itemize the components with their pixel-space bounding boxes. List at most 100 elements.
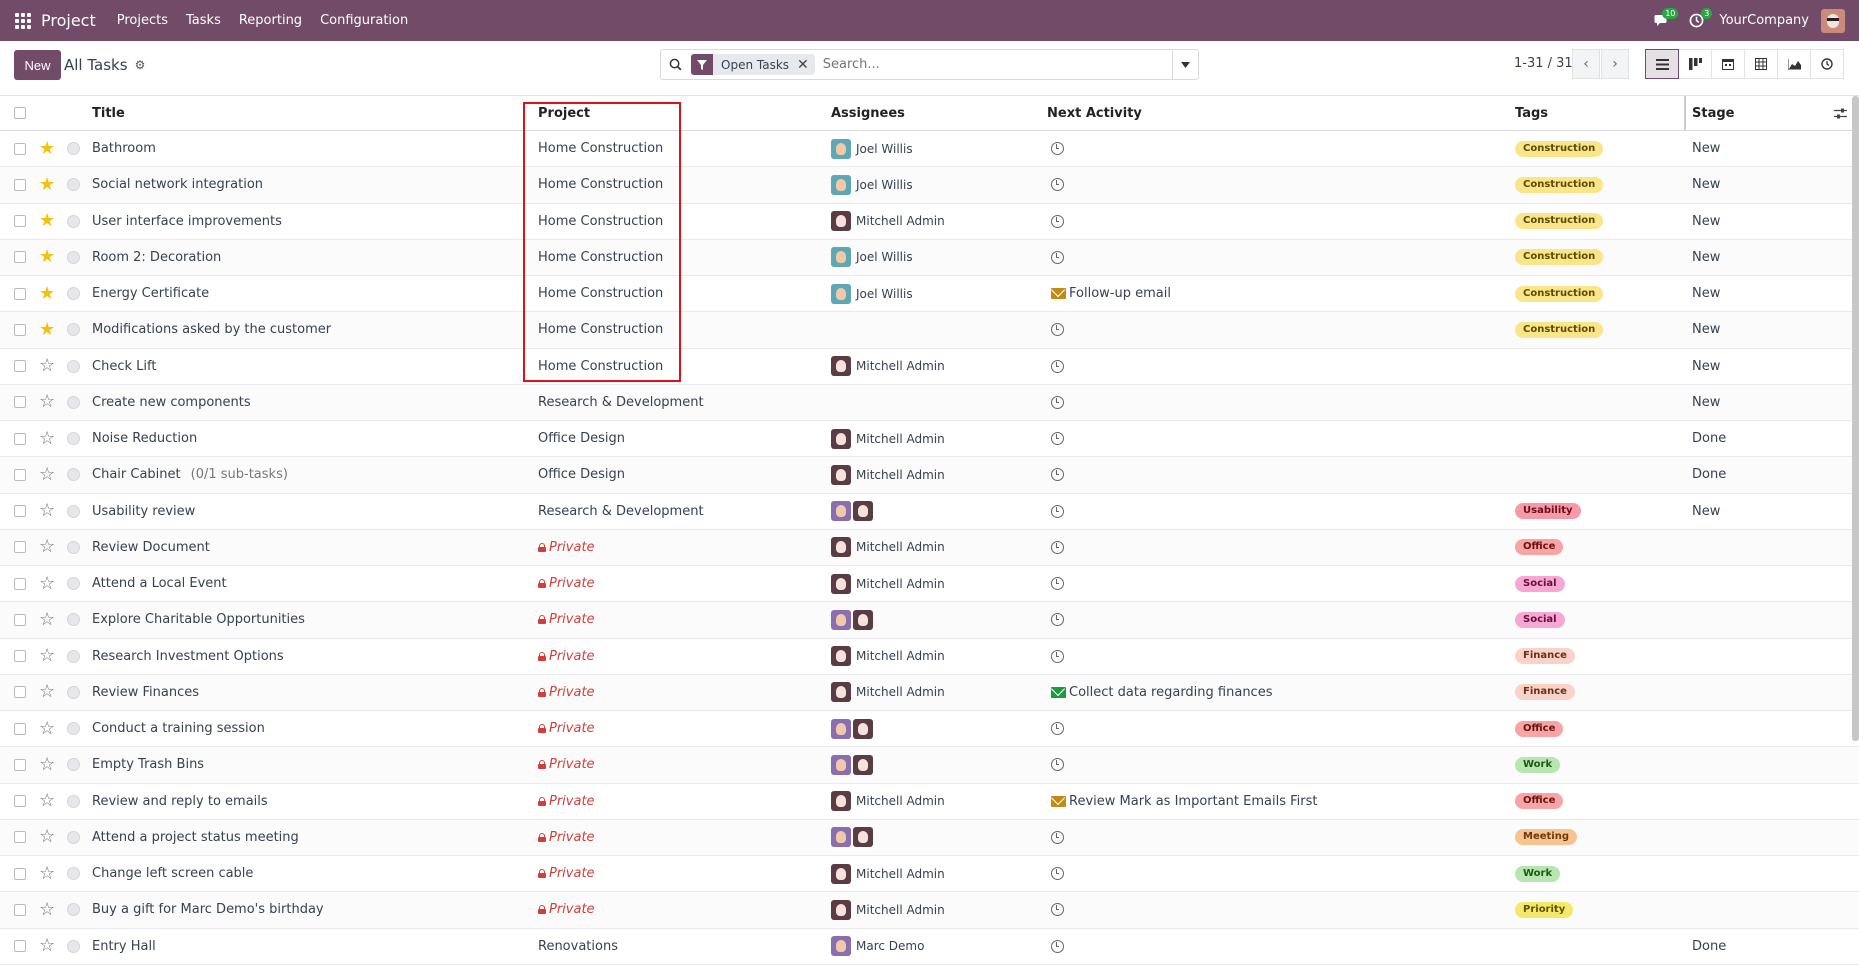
activity-clock-icon[interactable] bbox=[1051, 395, 1064, 409]
star-filled-icon[interactable]: ★ bbox=[39, 276, 55, 311]
table-row[interactable]: ☆ Research Investment Options Private Mitch… bbox=[0, 639, 1859, 675]
row-checkbox[interactable] bbox=[14, 639, 26, 674]
task-title-cell[interactable]: Modifications asked by the customer bbox=[92, 312, 331, 347]
task-title-cell[interactable]: Review Finances bbox=[92, 675, 199, 710]
calendar-view-button[interactable] bbox=[1711, 49, 1745, 79]
stage-cell[interactable]: Done bbox=[1692, 929, 1726, 964]
row-checkbox[interactable] bbox=[14, 566, 26, 601]
row-checkbox[interactable] bbox=[14, 856, 26, 891]
stage-cell[interactable]: New bbox=[1692, 312, 1720, 347]
table-row[interactable]: ☆ Entry Hall Renovations Marc Demo Done bbox=[0, 929, 1859, 965]
table-row[interactable]: ☆ Change left screen cable Private Mitchell… bbox=[0, 856, 1859, 893]
avatar-joel[interactable] bbox=[831, 138, 851, 159]
email-icon[interactable] bbox=[1051, 686, 1066, 698]
next-activity-cell[interactable] bbox=[1051, 892, 1064, 927]
activities-button[interactable]: 3 bbox=[1685, 7, 1713, 31]
next-activity-cell[interactable] bbox=[1051, 240, 1064, 275]
tags-cell[interactable]: Social bbox=[1515, 566, 1565, 601]
avatar-joel[interactable] bbox=[831, 283, 851, 304]
assignees-cell[interactable] bbox=[831, 820, 875, 855]
assignees-cell[interactable]: Mitchell Admin bbox=[831, 856, 945, 891]
project-cell[interactable]: Home Construction bbox=[538, 131, 663, 166]
task-state-icon[interactable] bbox=[67, 240, 80, 275]
next-activity-cell[interactable] bbox=[1051, 131, 1064, 166]
avatar-mitchell[interactable] bbox=[831, 573, 851, 594]
star-empty-icon[interactable]: ☆ bbox=[39, 892, 55, 927]
assignees-cell[interactable]: Mitchell Admin bbox=[831, 204, 945, 239]
avatar-marc[interactable] bbox=[831, 718, 851, 739]
avatar-mitchell[interactable] bbox=[831, 682, 851, 703]
task-title-cell[interactable]: Research Investment Options bbox=[92, 639, 284, 674]
star-empty-icon[interactable]: ☆ bbox=[39, 784, 55, 819]
next-activity-cell[interactable] bbox=[1051, 457, 1064, 492]
task-state-icon[interactable] bbox=[67, 457, 80, 492]
next-activity-cell[interactable] bbox=[1051, 349, 1064, 384]
activity-clock-icon[interactable] bbox=[1051, 939, 1064, 953]
assignees-cell[interactable]: Mitchell Admin bbox=[831, 457, 945, 492]
project-cell[interactable]: Private bbox=[538, 675, 595, 710]
assignees-cell[interactable]: Joel Willis bbox=[831, 240, 913, 275]
menu-tasks[interactable]: Tasks bbox=[186, 13, 221, 28]
row-checkbox[interactable] bbox=[14, 784, 26, 819]
star-empty-icon[interactable]: ☆ bbox=[39, 820, 55, 855]
activity-clock-icon[interactable] bbox=[1051, 722, 1064, 736]
apps-menu-icon[interactable] bbox=[15, 12, 31, 29]
star-filled-icon[interactable]: ★ bbox=[39, 167, 55, 202]
activity-clock-icon[interactable] bbox=[1051, 867, 1064, 881]
task-state-icon[interactable] bbox=[67, 639, 80, 674]
star-empty-icon[interactable]: ☆ bbox=[39, 639, 55, 674]
table-row[interactable]: ★ Modifications asked by the customer Home… bbox=[0, 312, 1859, 349]
tags-cell[interactable]: Construction bbox=[1515, 276, 1604, 311]
list-view-button[interactable] bbox=[1645, 49, 1679, 79]
assignees-cell[interactable] bbox=[831, 747, 875, 782]
project-cell[interactable]: Private bbox=[538, 602, 595, 637]
row-checkbox[interactable] bbox=[14, 602, 26, 637]
star-empty-icon[interactable]: ☆ bbox=[39, 421, 55, 456]
stage-cell[interactable]: New bbox=[1692, 131, 1720, 166]
task-title-cell[interactable]: Change left screen cable bbox=[92, 856, 253, 891]
task-state-icon[interactable] bbox=[67, 711, 80, 746]
search-icon[interactable] bbox=[661, 50, 689, 79]
star-filled-icon[interactable]: ★ bbox=[39, 131, 55, 166]
task-state-icon[interactable] bbox=[67, 312, 80, 347]
star-empty-icon[interactable]: ☆ bbox=[39, 675, 55, 710]
tags-cell[interactable]: Office bbox=[1515, 530, 1564, 565]
row-checkbox[interactable] bbox=[14, 457, 26, 492]
star-empty-icon[interactable]: ☆ bbox=[39, 566, 55, 601]
table-row[interactable]: ☆ Explore Charitable Opportunities Private… bbox=[0, 602, 1859, 639]
avatar-mitchell[interactable] bbox=[853, 718, 873, 739]
table-row[interactable]: ★ User interface improvements Home Constru… bbox=[0, 204, 1859, 240]
next-activity-cell[interactable]: Collect data regarding finances bbox=[1051, 675, 1272, 710]
star-empty-icon[interactable]: ☆ bbox=[39, 929, 55, 964]
avatar-marc[interactable] bbox=[831, 754, 851, 775]
avatar-mitchell[interactable] bbox=[831, 428, 851, 449]
task-title-cell[interactable]: Attend a Local Event bbox=[92, 566, 227, 601]
menu-configuration[interactable]: Configuration bbox=[320, 13, 408, 28]
row-checkbox[interactable] bbox=[14, 385, 26, 420]
assignees-cell[interactable]: Mitchell Admin bbox=[831, 566, 945, 601]
column-header-assignees[interactable]: Assignees bbox=[831, 96, 905, 130]
tags-cell[interactable]: Construction bbox=[1515, 240, 1604, 275]
project-cell[interactable]: Private bbox=[538, 566, 595, 601]
avatar-mitchell[interactable] bbox=[853, 609, 873, 630]
project-cell[interactable]: Private bbox=[538, 784, 595, 819]
email-icon[interactable] bbox=[1051, 288, 1066, 300]
row-checkbox[interactable] bbox=[14, 711, 26, 746]
task-title-cell[interactable]: Attend a project status meeting bbox=[92, 820, 299, 855]
star-empty-icon[interactable]: ☆ bbox=[39, 711, 55, 746]
row-checkbox[interactable] bbox=[14, 929, 26, 964]
table-row[interactable]: ☆ Empty Trash Bins Private Work bbox=[0, 747, 1859, 784]
gear-icon[interactable]: ⚙ bbox=[135, 58, 146, 72]
next-activity-cell[interactable] bbox=[1051, 204, 1064, 239]
next-activity-cell[interactable] bbox=[1051, 639, 1064, 674]
messages-button[interactable]: 10 bbox=[1651, 7, 1679, 31]
graph-view-button[interactable] bbox=[1777, 49, 1811, 79]
avatar-mitchell[interactable] bbox=[831, 791, 851, 812]
row-checkbox[interactable] bbox=[14, 675, 26, 710]
project-cell[interactable]: Office Design bbox=[538, 457, 625, 492]
avatar-mitchell[interactable] bbox=[831, 899, 851, 920]
project-cell[interactable]: Home Construction bbox=[538, 204, 663, 239]
activity-clock-icon[interactable] bbox=[1051, 323, 1064, 337]
assignees-cell[interactable]: Marc Demo bbox=[831, 929, 924, 964]
project-cell[interactable]: Research & Development bbox=[538, 385, 704, 420]
